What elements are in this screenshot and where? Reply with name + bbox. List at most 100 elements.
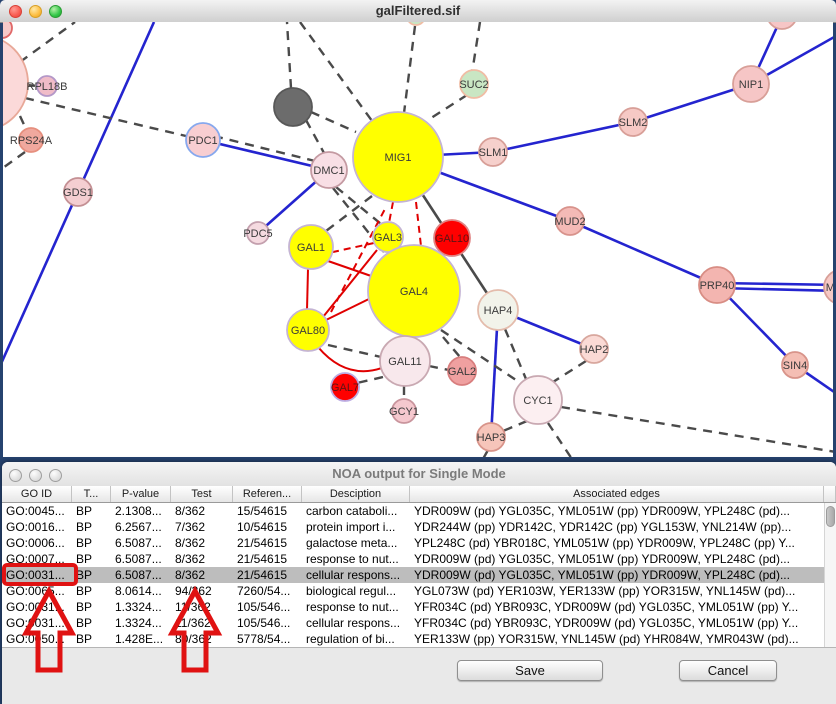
table-cell[interactable]: 5778/54...: [233, 631, 302, 647]
table-cell[interactable]: YGL073W (pd) YER103W, YER133W (pp) YOR31…: [410, 583, 824, 599]
table-cell[interactable]: carbon cataboli...: [302, 503, 410, 519]
table-cell[interactable]: GO:0016...: [2, 519, 72, 535]
network-node-GAL4[interactable]: GAL4: [368, 245, 460, 337]
column-header[interactable]: Test: [171, 486, 233, 502]
table-cell[interactable]: 8/362: [171, 503, 233, 519]
table-cell[interactable]: 94/362: [171, 583, 233, 599]
network-node-MIG1[interactable]: MIG1: [353, 112, 443, 202]
table-cell[interactable]: protein import i...: [302, 519, 410, 535]
network-node-GAL11[interactable]: GAL11: [380, 336, 430, 386]
network-node-PDC1[interactable]: PDC1: [186, 123, 220, 157]
table-cell[interactable]: response to nut...: [302, 599, 410, 615]
table-row[interactable]: GO:0031...BP6.5087...8/36221/54615cellul…: [2, 567, 836, 583]
table-cell[interactable]: 6.5087...: [111, 535, 171, 551]
network-node-RPL18B[interactable]: RPL18B: [27, 76, 68, 96]
table-cell[interactable]: 6.5087...: [111, 567, 171, 583]
network-canvas[interactable]: RPL18BRPS24AGDS1PDC1PDC5DMC1MIG1SUC2SLM1…: [3, 22, 833, 457]
table-cell[interactable]: YDR009W (pd) YGL035C, YML051W (pp) YDR00…: [410, 567, 824, 583]
table-cell[interactable]: 15/54615: [233, 503, 302, 519]
table-cell[interactable]: YDR244W (pp) YDR142C, YDR142C (pp) YGL15…: [410, 519, 824, 535]
table-cell[interactable]: galactose meta...: [302, 535, 410, 551]
table-cell[interactable]: 11/362: [171, 599, 233, 615]
column-header[interactable]: [824, 486, 836, 502]
table-cell[interactable]: GO:0050...: [2, 631, 72, 647]
table-cell[interactable]: cellular respons...: [302, 567, 410, 583]
table-cell[interactable]: YDR009W (pd) YGL035C, YML051W (pp) YDR00…: [410, 503, 824, 519]
network-node-DMC1[interactable]: DMC1: [311, 152, 347, 188]
table-cell[interactable]: 21/54615: [233, 551, 302, 567]
table-cell[interactable]: GO:0006...: [2, 535, 72, 551]
column-header[interactable]: GO ID: [2, 486, 72, 502]
network-node-SLM1[interactable]: SLM1: [479, 138, 508, 166]
table-cell[interactable]: 80/362: [171, 631, 233, 647]
network-node-RPS24A[interactable]: RPS24A: [10, 128, 53, 152]
table-cell[interactable]: GO:0031...: [2, 567, 72, 583]
network-node-GAL10[interactable]: GAL10: [434, 220, 470, 256]
table-cell[interactable]: 7260/54...: [233, 583, 302, 599]
table-cell[interactable]: 21/54615: [233, 567, 302, 583]
table-cell[interactable]: 1.3324...: [111, 615, 171, 631]
table-cell[interactable]: 6.2567...: [111, 519, 171, 535]
network-node-HAP2[interactable]: HAP2: [580, 335, 609, 363]
network-node-GAL7[interactable]: GAL7: [331, 373, 359, 401]
network-node-SUC2[interactable]: SUC2: [459, 70, 488, 98]
table-cell[interactable]: BP: [72, 583, 111, 599]
table-cell[interactable]: 7/362: [171, 519, 233, 535]
network-node-GDS1[interactable]: GDS1: [63, 178, 93, 206]
network-node-SIN4[interactable]: SIN4: [782, 352, 808, 378]
table-cell[interactable]: YDR009W (pd) YGL035C, YML051W (pp) YDR00…: [410, 551, 824, 567]
table-cell[interactable]: BP: [72, 567, 111, 583]
table-cell[interactable]: BP: [72, 615, 111, 631]
network-node-unlabeled[interactable]: [767, 22, 797, 29]
cancel-button[interactable]: Cancel: [679, 660, 777, 681]
network-node-unlabeled[interactable]: [3, 22, 12, 38]
network-node-SLM2[interactable]: SLM2: [619, 108, 648, 136]
network-node-MSN4[interactable]: MSN4: [824, 270, 833, 304]
column-header[interactable]: Referen...: [233, 486, 302, 502]
column-header[interactable]: Associated edges: [410, 486, 824, 502]
table-cell[interactable]: 21/54615: [233, 535, 302, 551]
network-node-GAL1[interactable]: GAL1: [289, 225, 333, 269]
table-cell[interactable]: response to nut...: [302, 551, 410, 567]
network-node-CYC1[interactable]: CYC1: [514, 376, 562, 424]
column-header[interactable]: T...: [72, 486, 111, 502]
table-cell[interactable]: 11/362: [171, 615, 233, 631]
table-cell[interactable]: regulation of bi...: [302, 631, 410, 647]
table-cell[interactable]: cellular respons...: [302, 615, 410, 631]
table-cell[interactable]: GO:0031...: [2, 599, 72, 615]
table-row[interactable]: GO:0031...BP1.3324...11/362105/546...cel…: [2, 615, 836, 631]
table-cell[interactable]: GO:0045...: [2, 503, 72, 519]
table-row[interactable]: GO:0007...BP6.5087...8/36221/54615respon…: [2, 551, 836, 567]
network-node-PRP40[interactable]: PRP40: [699, 267, 735, 303]
table-cell[interactable]: GO:0065...: [2, 583, 72, 599]
table-cell[interactable]: YER133W (pp) YOR315W, YNL145W (pd) YHR08…: [410, 631, 824, 647]
table-row[interactable]: GO:0031...BP1.3324...11/362105/546...res…: [2, 599, 836, 615]
table-cell[interactable]: 1.428E...: [111, 631, 171, 647]
network-node-GCY1[interactable]: GCY1: [389, 399, 419, 423]
network-node-NIP1[interactable]: NIP1: [733, 66, 769, 102]
save-button[interactable]: Save: [457, 660, 603, 681]
noa-window-titlebar[interactable]: NOA output for Single Mode: [2, 462, 836, 487]
table-cell[interactable]: BP: [72, 519, 111, 535]
table-cell[interactable]: 10/54615: [233, 519, 302, 535]
table-cell[interactable]: BP: [72, 631, 111, 647]
scrollbar-thumb[interactable]: [826, 506, 835, 527]
table-cell[interactable]: GO:0031...: [2, 615, 72, 631]
table-cell[interactable]: 1.3324...: [111, 599, 171, 615]
table-cell[interactable]: BP: [72, 551, 111, 567]
table-cell[interactable]: 8/362: [171, 567, 233, 583]
network-window-titlebar[interactable]: galFiltered.sif: [0, 0, 836, 23]
network-node-HAP4[interactable]: HAP4: [478, 290, 518, 330]
vertical-scrollbar[interactable]: [824, 503, 836, 647]
network-node-HAP3[interactable]: HAP3: [477, 423, 506, 451]
network-node-GAL80[interactable]: GAL80: [287, 309, 329, 351]
column-header[interactable]: P-value: [111, 486, 171, 502]
network-node-GAL2[interactable]: GAL2: [448, 357, 476, 385]
table-cell[interactable]: YPL248C (pd) YBR018C, YML051W (pp) YDR00…: [410, 535, 824, 551]
table-cell[interactable]: biological regul...: [302, 583, 410, 599]
table-cell[interactable]: BP: [72, 535, 111, 551]
table-cell[interactable]: YFR034C (pd) YBR093C, YDR009W (pd) YGL03…: [410, 599, 824, 615]
table-row[interactable]: GO:0016...BP6.2567...7/36210/54615protei…: [2, 519, 836, 535]
table-row[interactable]: GO:0006...BP6.5087...8/36221/54615galact…: [2, 535, 836, 551]
table-cell[interactable]: 8/362: [171, 535, 233, 551]
